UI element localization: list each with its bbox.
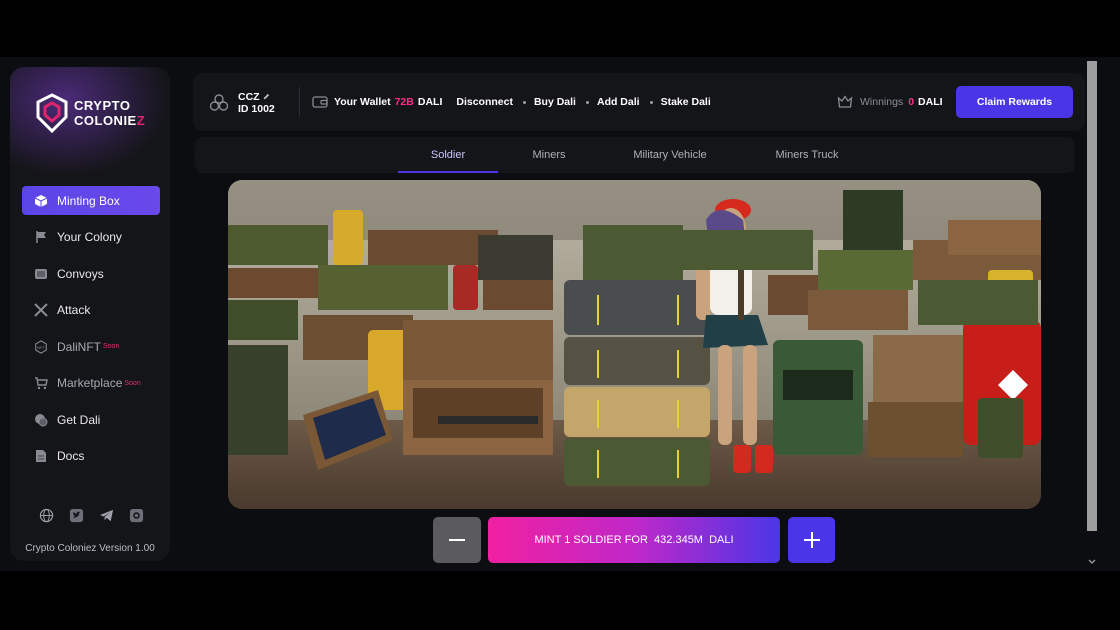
ticker: CCZ [238, 91, 260, 103]
user-info: CCZ ID 1002 [209, 91, 275, 115]
sidebar-item-attack[interactable]: Attack [22, 296, 160, 325]
edit-icon[interactable] [263, 93, 270, 100]
sidebar-nav: Minting Box Your Colony Convoys Attack N… [22, 186, 160, 478]
winnings-label: Winnings [860, 96, 904, 108]
sidebar-item-docs[interactable]: Docs [22, 442, 160, 471]
sidebar-item-convoys[interactable]: Convoys [22, 259, 160, 288]
sidebar-item-marketplace[interactable]: Marketplace Soon [22, 369, 160, 398]
separator-dot [649, 100, 653, 104]
sidebar: CRYPTO COLONIEZ Minting Box Your Colony [10, 67, 170, 561]
logo-line2-text: COLONIE [74, 113, 137, 128]
box-icon [34, 194, 48, 208]
tab-military-vehicle[interactable]: Military Vehicle [615, 137, 725, 173]
wallet-currency: DALI [417, 96, 443, 108]
user-id: ID 1002 [238, 103, 275, 115]
decrease-quantity-button[interactable] [433, 517, 481, 563]
winnings-currency: DALI [918, 96, 943, 108]
social-links [38, 507, 144, 523]
claim-rewards-button[interactable]: Claim Rewards [956, 86, 1073, 118]
increase-quantity-button[interactable] [788, 517, 835, 563]
sidebar-item-label: Marketplace [57, 376, 123, 390]
document-icon [34, 449, 48, 463]
sidebar-item-get-dali[interactable]: Get Dali [22, 405, 160, 434]
wallet-icon [312, 96, 328, 108]
logo-line2: COLONIEZ [74, 113, 145, 128]
separator-dot [585, 100, 589, 104]
sidebar-item-label: Convoys [57, 266, 104, 281]
coins-icon [34, 413, 48, 427]
category-tabs: Soldier Miners Military Vehicle Miners T… [195, 137, 1075, 173]
logo[interactable]: CRYPTO COLONIEZ [36, 93, 145, 133]
nft-icon: NFT [34, 339, 48, 354]
sidebar-item-label: Minting Box [57, 193, 120, 208]
tab-miners-truck[interactable]: Miners Truck [755, 137, 859, 173]
twitter-icon[interactable] [68, 507, 84, 523]
version-text: Crypto Coloniez Version 1.00 [25, 543, 155, 554]
wallet-label: Your Wallet [334, 96, 391, 108]
soon-badge: Soon [124, 379, 141, 387]
soon-badge: Soon [103, 343, 120, 350]
mint-button[interactable]: MINT 1 SOLDIER FOR 432.345M DALI [488, 517, 780, 563]
winnings: Winnings 0 DALI [837, 95, 943, 109]
chevron-down-icon[interactable] [1087, 557, 1097, 567]
logo-line1: CRYPTO [74, 98, 131, 113]
scrollbar-thumb[interactable] [1087, 61, 1097, 531]
shield-logo-icon [36, 93, 68, 133]
wallet-amount: 72B [394, 96, 414, 108]
crown-icon [837, 95, 853, 108]
ticker-row: CCZ [238, 91, 275, 103]
app-window: CRYPTO COLONIEZ Minting Box Your Colony [0, 57, 1120, 571]
sidebar-item-label: DaliNFT [57, 339, 101, 354]
telegram-icon[interactable] [98, 507, 114, 523]
sidebar-item-label: Your Colony [57, 230, 122, 244]
sidebar-item-dalinft[interactable]: NFT DaliNFT Soon [22, 332, 160, 361]
user-id-block: CCZ ID 1002 [238, 91, 275, 115]
wallet-bar: Your Wallet 72B DALI Disconnect Buy Dali… [312, 95, 711, 109]
disconnect-button[interactable]: Disconnect [456, 96, 513, 108]
sidebar-item-minting-box[interactable]: Minting Box [22, 186, 160, 215]
swords-icon [34, 303, 48, 317]
add-dali-button[interactable]: Add Dali [597, 96, 640, 108]
sidebar-item-your-colony[interactable]: Your Colony [22, 223, 160, 252]
plus-icon [803, 532, 820, 548]
flag-icon [34, 230, 48, 244]
hexagon-cluster-icon [209, 94, 229, 111]
globe-icon[interactable] [38, 507, 54, 523]
winnings-amount: 0 [908, 96, 915, 108]
cart-icon [34, 376, 48, 390]
stake-dali-button[interactable]: Stake Dali [661, 96, 711, 108]
sidebar-item-label: Get Dali [57, 412, 101, 427]
buy-dali-button[interactable]: Buy Dali [534, 96, 576, 108]
tab-soldier[interactable]: Soldier [398, 137, 498, 173]
svg-text:NFT: NFT [37, 344, 45, 349]
logo-text: CRYPTO COLONIEZ [74, 98, 145, 128]
separator-dot [522, 100, 526, 104]
top-bar: CCZ ID 1002 Your Wallet 72B DALI Disconn… [193, 73, 1085, 131]
logo-z: Z [136, 113, 146, 128]
minting-box-illustration [228, 180, 1041, 509]
minus-icon [449, 539, 465, 541]
sidebar-item-label: Attack [57, 303, 91, 317]
divider [299, 87, 300, 117]
sidebar-item-label: Docs [57, 449, 85, 463]
discord-icon[interactable] [128, 507, 144, 523]
tab-miners[interactable]: Miners [508, 137, 590, 173]
scrollbar[interactable] [1086, 61, 1098, 571]
soldier-hero-image [228, 180, 1041, 509]
convoy-icon [34, 267, 48, 281]
